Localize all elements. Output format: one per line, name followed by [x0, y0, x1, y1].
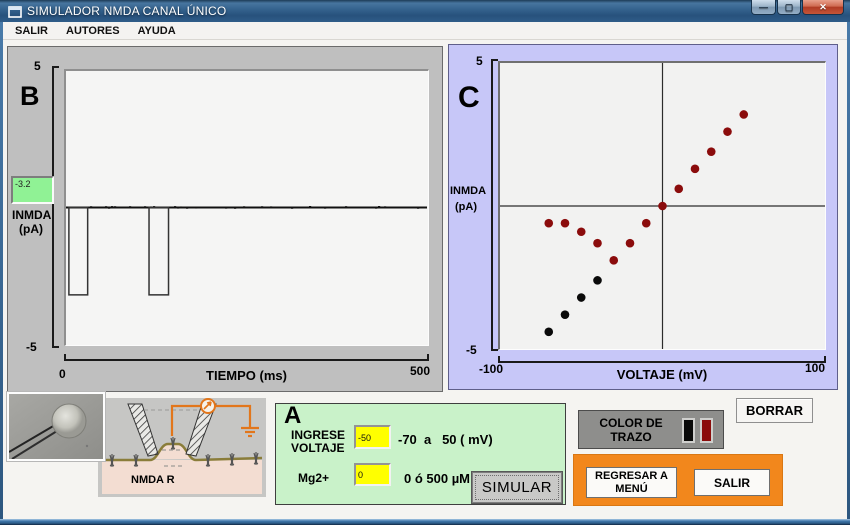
b-ymax-tick: 5 — [34, 59, 41, 73]
panel-b-label: B — [20, 81, 40, 112]
navigation-panel: REGRESAR A MENÚ SALIR — [573, 454, 783, 506]
window-bottom-border — [0, 519, 850, 525]
b-ylabel-line2: (pA) — [19, 222, 43, 236]
iv-chart — [500, 63, 825, 349]
b-y-axis — [52, 66, 59, 348]
panel-c-label: C — [458, 81, 480, 115]
iv-plot-panel: C 5 -5 INMDA (pA) -100 100 VOLTAJE (mV) — [448, 44, 838, 390]
exit-button[interactable]: SALIR — [694, 469, 770, 496]
menu-salir[interactable]: SALIR — [12, 23, 51, 39]
b-ymin-tick: -5 — [26, 340, 37, 354]
title-bar[interactable]: SIMULADOR NMDA CANAL ÚNICO — ▢ ✕ — [0, 0, 850, 22]
voltage-label: INGRESE VOLTAJE — [291, 429, 345, 455]
voltage-range-label: -70 a 50 ( mV) — [398, 432, 493, 447]
app-window: SIMULADOR NMDA CANAL ÚNICO — ▢ ✕ SALIR A… — [0, 0, 850, 525]
c-xlabel: VOLTAJE (mV) — [498, 367, 826, 382]
return-menu-button[interactable]: REGRESAR A MENÚ — [586, 467, 677, 498]
trace-color-panel: COLOR DE TRAZO — [578, 410, 724, 449]
current-value-display: -3.2 — [11, 176, 54, 204]
iv-plot-area — [498, 61, 826, 350]
maximize-button[interactable]: ▢ — [777, 0, 801, 15]
app-icon — [8, 5, 22, 17]
b-ylabel-line1: INMDA — [12, 208, 51, 222]
menu-bar: SALIR AUTORES AYUDA — [3, 22, 847, 40]
c-x-axis — [498, 356, 826, 363]
red-trace-swatch[interactable] — [700, 418, 713, 443]
clear-button[interactable]: BORRAR — [736, 398, 813, 423]
time-plot-area — [64, 69, 429, 346]
menu-autores[interactable]: AUTORES — [63, 23, 123, 39]
close-button[interactable]: ✕ — [802, 0, 844, 15]
mg-label: Mg2+ — [298, 471, 329, 485]
trace-chart — [66, 71, 427, 344]
control-panel: A INGRESE VOLTAJE -70 a 50 ( mV) Mg2+ 0 … — [275, 403, 566, 505]
c-ylabel-line2: (pA) — [455, 201, 477, 213]
b-xlabel: TIEMPO (ms) — [64, 368, 429, 383]
c-ymax-tick: 5 — [476, 54, 483, 68]
c-ymin-tick: -5 — [466, 343, 477, 357]
menu-ayuda[interactable]: AYUDA — [135, 23, 179, 39]
diagram-caption: NMDA R — [131, 474, 175, 486]
minimize-button[interactable]: — — [751, 0, 776, 15]
mg-range-label: 0 ó 500 µM — [404, 471, 470, 486]
window-controls: — ▢ ✕ — [750, 0, 844, 15]
patch-clamp-photo — [7, 392, 105, 461]
b-x-axis — [64, 354, 429, 361]
time-plot-panel: B 5 -5 -3.2 INMDA (pA) 0 500 TIEMPO (ms) — [7, 46, 443, 392]
voltage-input[interactable] — [354, 425, 391, 449]
c-ylabel-line1: INMDA — [450, 185, 486, 197]
black-trace-swatch[interactable] — [682, 418, 695, 443]
simulate-button[interactable]: SIMULAR — [472, 472, 562, 503]
trace-color-title: COLOR DE TRAZO — [585, 416, 677, 444]
window-title: SIMULADOR NMDA CANAL ÚNICO — [27, 4, 226, 18]
c-y-axis — [491, 59, 498, 351]
mg-input[interactable] — [354, 463, 391, 486]
panel-a-label: A — [284, 402, 301, 430]
nmda-diagram: NMDA R — [98, 398, 266, 497]
